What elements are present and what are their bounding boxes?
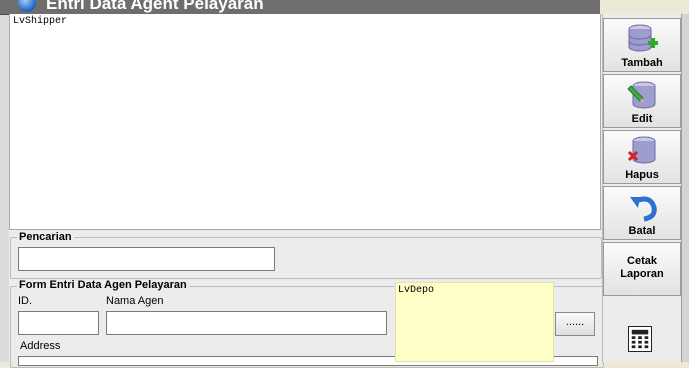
search-input[interactable] (18, 247, 275, 271)
cetak-label: Cetak (627, 255, 657, 267)
search-group-label: Pencarian (17, 231, 74, 243)
depo-list-view[interactable]: LvDepo (395, 282, 554, 362)
database-add-icon (628, 24, 658, 52)
depo-list-label: LvDepo (398, 285, 435, 296)
hapus-button[interactable]: Hapus (603, 130, 681, 184)
nama-agen-field[interactable] (106, 311, 387, 335)
window-edge (681, 14, 689, 362)
shipper-list-label: LvShipper (13, 16, 68, 27)
edit-label: Edit (631, 113, 653, 125)
laporan-label: Laporan (620, 268, 664, 280)
batal-label: Batal (628, 225, 656, 237)
tambah-button[interactable]: Tambah (603, 18, 681, 72)
database-edit-icon (627, 81, 656, 109)
hapus-label: Hapus (625, 169, 659, 181)
cetak-laporan-button[interactable]: Cetak Laporan (603, 242, 681, 296)
action-sidebar: Tambah Edit Hapus Batal Cetak Laporan (603, 14, 689, 362)
app-icon (18, 0, 36, 12)
nama-agen-label: Nama Agen (106, 295, 164, 307)
form-group-label: Form Entri Data Agen Pelayaran (17, 279, 189, 291)
window-title: Entri Data Agent Pelayaran (46, 0, 264, 13)
browse-button[interactable]: ...... (555, 312, 595, 336)
cetak-laporan-label: Cetak Laporan (604, 255, 680, 281)
title-bar: Entri Data Agent Pelayaran (0, 0, 600, 15)
id-label: ID. (18, 295, 33, 307)
id-field[interactable] (18, 311, 99, 335)
shipper-list-view[interactable]: LvShipper (9, 14, 601, 230)
batal-button[interactable]: Batal (603, 186, 681, 240)
address-label: Address (20, 340, 61, 352)
left-strip (0, 14, 9, 362)
calculator-icon[interactable] (628, 326, 652, 352)
tambah-label: Tambah (621, 57, 663, 69)
edit-button[interactable]: Edit (603, 74, 681, 128)
undo-icon (630, 196, 657, 222)
database-delete-icon (627, 136, 656, 164)
